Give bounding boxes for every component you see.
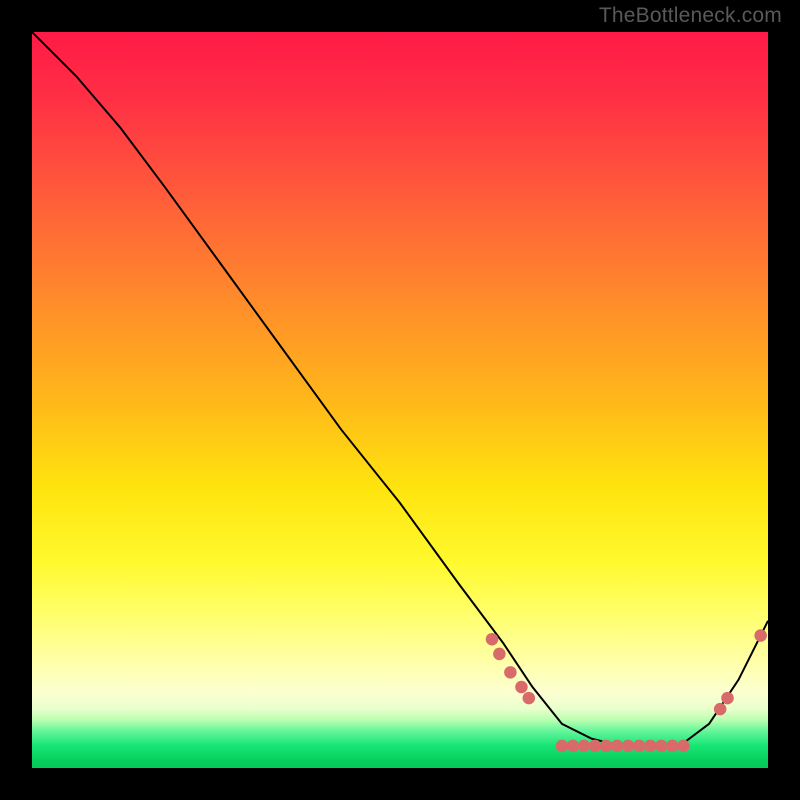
watermark-text: TheBottleneck.com [599,4,782,28]
chart-plot-area [32,32,768,768]
gradient-background [32,32,768,768]
